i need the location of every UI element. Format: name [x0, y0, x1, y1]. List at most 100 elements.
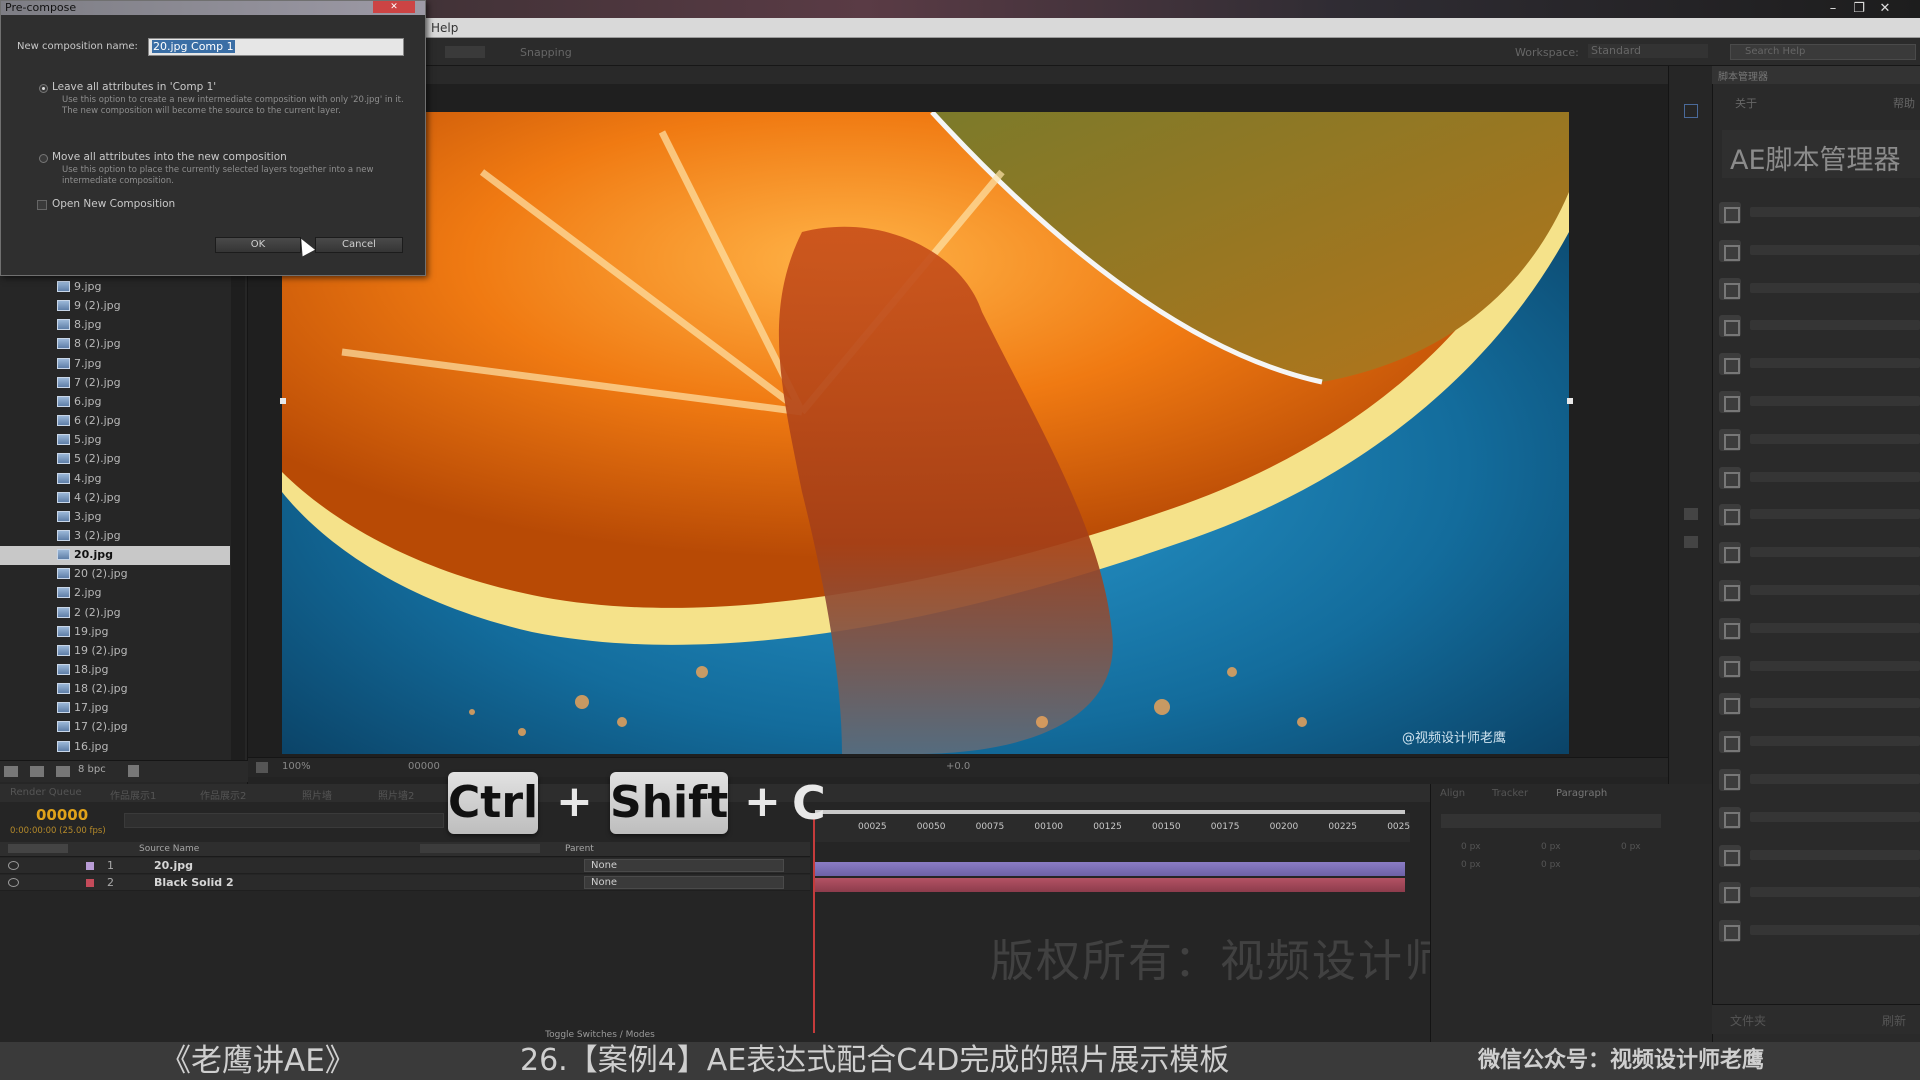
script-list-item[interactable] — [1718, 385, 1920, 421]
viewer-timecode[interactable]: 00000 — [408, 761, 440, 772]
project-file-row[interactable]: 19 (2).jpg — [0, 642, 230, 661]
parent-select[interactable]: None — [584, 876, 784, 889]
project-file-row[interactable]: 8.jpg — [0, 316, 230, 335]
tab-render-queue[interactable]: Render Queue — [10, 787, 82, 798]
open-new-comp-checkbox[interactable] — [37, 200, 47, 210]
col-source-name[interactable]: Source Name — [139, 844, 199, 854]
ok-button[interactable]: OK — [215, 237, 301, 253]
project-file-row[interactable]: 18 (2).jpg — [0, 680, 230, 699]
project-file-row[interactable]: 7.jpg — [0, 355, 230, 374]
eye-icon[interactable] — [8, 878, 19, 887]
script-list-item[interactable] — [1718, 309, 1920, 345]
layer-1-duration-bar[interactable] — [815, 862, 1405, 876]
space-before-value[interactable]: 0 px — [1461, 860, 1481, 870]
project-file-row[interactable]: 7 (2).jpg — [0, 374, 230, 393]
tab-paragraph[interactable]: Paragraph — [1556, 788, 1607, 799]
script-panel-title[interactable]: 脚本管理器 — [1718, 68, 1768, 83]
comp-name-input[interactable]: 20.jpg Comp 1 — [148, 38, 404, 56]
script-list-item[interactable] — [1718, 801, 1920, 837]
project-file-row[interactable]: 16.jpg — [0, 738, 230, 757]
minimize-icon[interactable]: – — [1822, 1, 1844, 16]
about-button[interactable]: 关于 — [1735, 95, 1757, 111]
region-icon[interactable] — [256, 762, 268, 773]
project-file-row[interactable]: 5 (2).jpg — [0, 450, 230, 469]
script-list-item[interactable] — [1718, 347, 1920, 383]
script-list-item[interactable] — [1718, 763, 1920, 799]
script-list-item[interactable] — [1718, 423, 1920, 459]
script-list-item[interactable] — [1718, 876, 1920, 912]
layer-2-duration-bar[interactable] — [815, 878, 1405, 892]
project-scrollbar[interactable] — [231, 270, 245, 760]
layer-name[interactable]: 20.jpg — [154, 859, 193, 872]
interpret-footage-icon[interactable] — [4, 766, 18, 777]
info-icon[interactable] — [1684, 104, 1698, 118]
project-file-row[interactable]: 20 (2).jpg — [0, 565, 230, 584]
menu-help[interactable]: Help — [431, 21, 458, 35]
cancel-button[interactable]: Cancel — [315, 237, 403, 253]
project-file-row[interactable]: 19.jpg — [0, 623, 230, 642]
script-list-item[interactable] — [1718, 234, 1920, 270]
project-file-row[interactable]: 2 (2).jpg — [0, 604, 230, 623]
script-list-item[interactable] — [1718, 612, 1920, 648]
project-file-row[interactable]: 2.jpg — [0, 584, 230, 603]
tool-icons[interactable] — [445, 46, 485, 58]
project-file-row[interactable]: 3.jpg — [0, 508, 230, 527]
dialog-close-icon[interactable]: ✕ — [373, 1, 415, 13]
playhead[interactable] — [813, 818, 815, 1033]
layer-handle-left[interactable] — [280, 398, 286, 404]
project-file-row[interactable]: 17 (2).jpg — [0, 718, 230, 737]
layer-handle-right[interactable] — [1567, 398, 1573, 404]
indent-first-value[interactable]: 0 px — [1541, 842, 1561, 852]
tab-tracker[interactable]: Tracker — [1492, 788, 1528, 799]
character-icon[interactable] — [1684, 508, 1698, 520]
project-file-row[interactable]: 5.jpg — [0, 431, 230, 450]
project-file-row[interactable]: 17.jpg — [0, 699, 230, 718]
option-move-label[interactable]: Move all attributes into the new composi… — [52, 151, 287, 163]
script-list-item[interactable] — [1718, 725, 1920, 761]
folder-button[interactable]: 文件夹 — [1730, 1012, 1766, 1029]
tab-align[interactable]: Align — [1440, 788, 1465, 799]
script-list-item[interactable] — [1718, 461, 1920, 497]
project-file-row[interactable]: 4 (2).jpg — [0, 489, 230, 508]
project-file-row[interactable]: 8 (2).jpg — [0, 335, 230, 354]
label-color-swatch[interactable] — [86, 862, 94, 870]
trash-icon[interactable] — [128, 765, 139, 777]
script-list-item[interactable] — [1718, 914, 1920, 950]
layer-row[interactable]: 2 Black Solid 2 None — [0, 875, 810, 891]
work-area-bar[interactable] — [815, 810, 1405, 814]
space-after-value[interactable]: 0 px — [1541, 860, 1561, 870]
new-folder-icon[interactable] — [30, 766, 44, 777]
new-comp-icon[interactable] — [56, 766, 70, 777]
col-parent[interactable]: Parent — [565, 844, 594, 854]
layer-row[interactable]: 1 20.jpg None — [0, 858, 810, 874]
exposure-value[interactable]: +0.0 — [946, 761, 970, 772]
parent-select[interactable]: None — [584, 859, 784, 872]
tab-comp-1[interactable]: 作品展示1 — [110, 787, 156, 802]
project-file-row[interactable]: 18.jpg — [0, 661, 230, 680]
project-file-row[interactable]: 9.jpg — [0, 278, 230, 297]
search-help-input[interactable]: Search Help — [1730, 44, 1916, 60]
project-file-row[interactable]: 6.jpg — [0, 393, 230, 412]
close-window-icon[interactable]: ✕ — [1874, 1, 1896, 16]
option-leave-label[interactable]: Leave all attributes in 'Comp 1' — [52, 81, 216, 93]
script-list-item[interactable] — [1718, 687, 1920, 723]
project-file-row[interactable]: 3 (2).jpg — [0, 527, 230, 546]
restore-icon[interactable]: ❐ — [1848, 1, 1870, 16]
tab-comp-3[interactable]: 照片墙 — [302, 787, 332, 802]
snapping-label[interactable]: Snapping — [520, 46, 572, 59]
composition-frame[interactable]: @视频设计师老鹰 — [282, 112, 1569, 754]
current-timecode[interactable]: 00000 — [36, 806, 88, 824]
project-file-row[interactable]: 4.jpg — [0, 470, 230, 489]
refresh-button[interactable]: 刷新 — [1882, 1012, 1906, 1029]
script-list-item[interactable] — [1718, 574, 1920, 610]
radio-leave-attributes[interactable] — [39, 84, 48, 93]
layer-name[interactable]: Black Solid 2 — [154, 876, 234, 889]
text-size-icon[interactable] — [1684, 536, 1698, 548]
script-list-item[interactable] — [1718, 650, 1920, 686]
indent-right-value[interactable]: 0 px — [1621, 842, 1641, 852]
align-buttons[interactable] — [1441, 814, 1661, 828]
project-file-row[interactable]: 6 (2).jpg — [0, 412, 230, 431]
eye-icon[interactable] — [8, 861, 19, 870]
script-list-item[interactable] — [1718, 196, 1920, 232]
tab-comp-4[interactable]: 照片墙2 — [378, 787, 414, 802]
